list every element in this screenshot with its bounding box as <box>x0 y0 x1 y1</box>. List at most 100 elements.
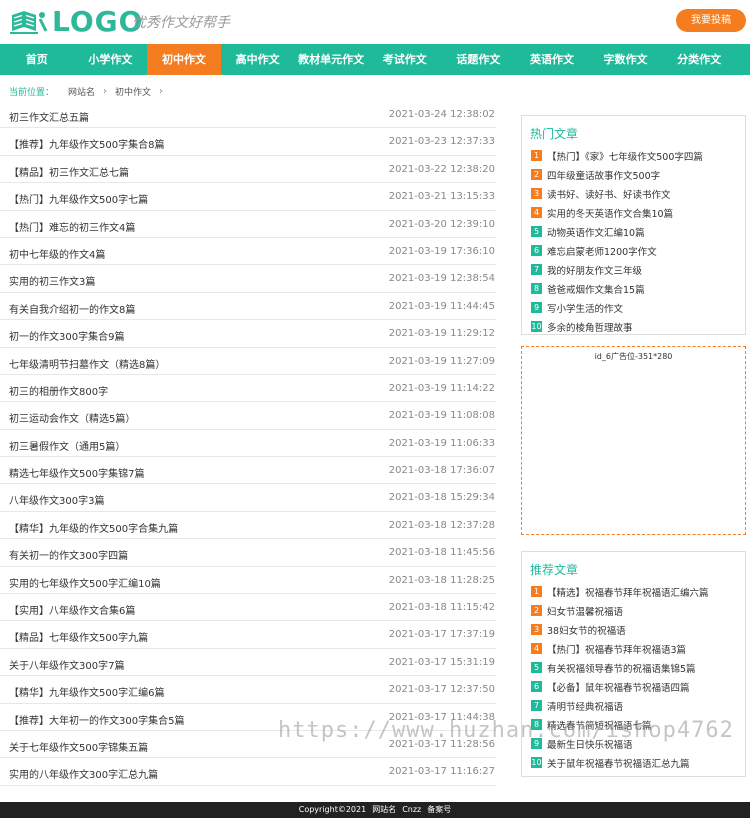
article-row[interactable]: 【推荐】九年级作文500字集合8篇 2021-03-23 12:37:33 <box>0 128 496 156</box>
article-title-link[interactable]: 关于七年级作文500字锦集五篇 <box>9 739 148 754</box>
ranked-list-item[interactable]: 9 写小学生活的作文 <box>531 298 745 317</box>
article-title-link[interactable]: 【推荐】大年初一的作文300字集合5篇 <box>9 712 184 727</box>
article-row[interactable]: 【精华】九年级作文500字汇编6篇 2021-03-17 12:37:50 <box>0 676 496 704</box>
article-row[interactable]: 【热门】九年级作文500字七篇 2021-03-21 13:15:33 <box>0 183 496 211</box>
article-row[interactable]: 有关自我介绍初一的作文8篇 2021-03-19 11:44:45 <box>0 293 496 321</box>
article-row[interactable]: 关于八年级作文300字7篇 2021-03-17 15:31:19 <box>0 649 496 677</box>
breadcrumb-current-link[interactable]: 初中作文 <box>115 85 151 98</box>
article-title-link[interactable]: 实用的初三作文3篇 <box>9 273 95 288</box>
article-title-link[interactable]: 【精华】九年级作文500字汇编6篇 <box>9 684 164 699</box>
article-title-link[interactable]: 【精品】七年级作文500字九篇 <box>9 629 148 644</box>
ranked-list-item[interactable]: 5 有关祝福领导春节的祝福语集锦5篇 <box>531 658 745 677</box>
article-row[interactable]: 初一的作文300字集合9篇 2021-03-19 11:29:12 <box>0 320 496 348</box>
ranked-list-item[interactable]: 2 妇女节温馨祝福语 <box>531 601 745 620</box>
article-title-link[interactable]: 有关初一的作文300字四篇 <box>9 547 128 562</box>
article-title-link[interactable]: 精选七年级作文500字集锦7篇 <box>9 465 144 480</box>
article-title-link[interactable]: 初三的相册作文800字 <box>9 383 108 398</box>
article-title-link[interactable]: 【热门】难忘的初三作文4篇 <box>9 219 135 234</box>
article-title-link[interactable]: 初三运动会作文（精选5篇） <box>9 410 135 425</box>
article-title-link[interactable]: 实用的八年级作文300字汇总九篇 <box>9 766 158 781</box>
nav-item[interactable]: 话题作文 <box>442 44 516 75</box>
nav-item[interactable]: 小学作文 <box>74 44 148 75</box>
ranked-list-item[interactable]: 10 多余的棱角哲理故事 <box>531 317 745 336</box>
ranked-list-item[interactable]: 8 爸爸戒烟作文集合15篇 <box>531 279 745 298</box>
article-row[interactable]: 【热门】难忘的初三作文4篇 2021-03-20 12:39:10 <box>0 211 496 238</box>
ranked-list-item[interactable]: 3 38妇女节的祝福语 <box>531 620 745 639</box>
ranked-item-link[interactable]: 四年级童话故事作文500字 <box>547 168 660 182</box>
article-title-link[interactable]: 八年级作文300字3篇 <box>9 492 104 507</box>
ranked-item-link[interactable]: 【精选】祝福春节拜年祝福语汇编六篇 <box>547 585 709 599</box>
site-logo[interactable]: LOGO <box>10 8 143 36</box>
article-row[interactable]: 初三暑假作文（通用5篇） 2021-03-19 11:06:33 <box>0 430 496 458</box>
footer-item[interactable]: Cnzz <box>402 805 421 814</box>
ranked-list-item[interactable]: 4 【热门】祝福春节拜年祝福语3篇 <box>531 639 745 658</box>
ranked-item-link[interactable]: 有关祝福领导春节的祝福语集锦5篇 <box>547 661 696 675</box>
ranked-item-link[interactable]: 关于鼠年祝福春节祝福语汇总九篇 <box>547 756 690 770</box>
article-row[interactable]: 实用的七年级作文500字汇编10篇 2021-03-18 11:28:25 <box>0 567 496 595</box>
footer-item[interactable]: 备案号 <box>427 805 451 814</box>
ranked-item-link[interactable]: 多余的棱角哲理故事 <box>547 320 633 334</box>
article-title-link[interactable]: 实用的七年级作文500字汇编10篇 <box>9 575 161 590</box>
nav-item[interactable]: 初中作文 <box>147 44 221 75</box>
ranked-list-item[interactable]: 10 关于鼠年祝福春节祝福语汇总九篇 <box>531 753 745 772</box>
ranked-list-item[interactable]: 7 清明节经典祝福语 <box>531 696 745 715</box>
article-title-link[interactable]: 关于八年级作文300字7篇 <box>9 657 124 672</box>
ranked-item-link[interactable]: 38妇女节的祝福语 <box>547 623 626 637</box>
ranked-item-link[interactable]: 动物英语作文汇编10篇 <box>547 225 645 239</box>
article-row[interactable]: 初中七年级的作文4篇 2021-03-19 17:36:10 <box>0 238 496 266</box>
submit-article-button[interactable]: 我要投稿 <box>676 9 746 32</box>
ranked-item-link[interactable]: 【热门】《家》七年级作文500字四篇 <box>547 149 703 163</box>
ranked-list-item[interactable]: 6 难忘启蒙老师1200字作文 <box>531 241 745 260</box>
ranked-item-link[interactable]: 妇女节温馨祝福语 <box>547 604 623 618</box>
ranked-item-link[interactable]: 写小学生活的作文 <box>547 301 623 315</box>
article-row[interactable]: 【精华】九年级的作文500字合集九篇 2021-03-18 12:37:28 <box>0 512 496 540</box>
nav-item[interactable]: 首页 <box>0 44 74 75</box>
nav-item[interactable]: 字数作文 <box>589 44 663 75</box>
ranked-list-item[interactable]: 4 实用的冬天英语作文合集10篇 <box>531 203 745 222</box>
article-row[interactable]: 【精品】初三作文汇总七篇 2021-03-22 12:38:20 <box>0 156 496 184</box>
ranked-item-link[interactable]: 难忘启蒙老师1200字作文 <box>547 244 657 258</box>
nav-item[interactable]: 教材单元作文 <box>294 44 368 75</box>
article-row[interactable]: 精选七年级作文500字集锦7篇 2021-03-18 17:36:07 <box>0 457 496 485</box>
ranked-item-link[interactable]: 【热门】祝福春节拜年祝福语3篇 <box>547 642 686 656</box>
ranked-item-link[interactable]: 爸爸戒烟作文集合15篇 <box>547 282 645 296</box>
ranked-list-item[interactable]: 1 【热门】《家》七年级作文500字四篇 <box>531 146 745 165</box>
ad-slot[interactable]: id_6广告位-351*280 <box>521 346 746 535</box>
ranked-item-link[interactable]: 【必备】鼠年祝福春节祝福语四篇 <box>547 680 690 694</box>
ranked-item-link[interactable]: 清明节经典祝福语 <box>547 699 623 713</box>
ranked-list-item[interactable]: 6 【必备】鼠年祝福春节祝福语四篇 <box>531 677 745 696</box>
nav-item[interactable]: 英语作文 <box>515 44 589 75</box>
article-row[interactable]: 八年级作文300字3篇 2021-03-18 15:29:34 <box>0 484 496 512</box>
article-row[interactable]: 实用的初三作文3篇 2021-03-19 12:38:54 <box>0 265 496 293</box>
ranked-list-item[interactable]: 5 动物英语作文汇编10篇 <box>531 222 745 241</box>
article-row[interactable]: 初三作文汇总五篇 2021-03-24 12:38:02 <box>0 101 496 129</box>
ranked-item-link[interactable]: 读书好、读好书、好读书作文 <box>547 187 671 201</box>
nav-item[interactable]: 考试作文 <box>368 44 442 75</box>
article-row[interactable]: 有关初一的作文300字四篇 2021-03-18 11:45:56 <box>0 539 496 567</box>
nav-item[interactable]: 高中作文 <box>221 44 295 75</box>
article-row[interactable]: 初三的相册作文800字 2021-03-19 11:14:22 <box>0 375 496 403</box>
article-title-link[interactable]: 初三暑假作文（通用5篇） <box>9 438 125 453</box>
article-title-link[interactable]: 【热门】九年级作文500字七篇 <box>9 191 148 206</box>
article-row[interactable]: 七年级清明节扫墓作文（精选8篇） 2021-03-19 11:27:09 <box>0 348 496 375</box>
article-title-link[interactable]: 有关自我介绍初一的作文8篇 <box>9 301 135 316</box>
article-row[interactable]: 实用的八年级作文300字汇总九篇 2021-03-17 11:16:27 <box>0 758 496 786</box>
article-row[interactable]: 初三运动会作文（精选5篇） 2021-03-19 11:08:08 <box>0 402 496 430</box>
article-title-link[interactable]: 【精华】九年级的作文500字合集九篇 <box>9 520 178 535</box>
article-title-link[interactable]: 初三作文汇总五篇 <box>9 109 89 124</box>
article-title-link[interactable]: 【推荐】九年级作文500字集合8篇 <box>9 136 164 151</box>
ranked-list-item[interactable]: 2 四年级童话故事作文500字 <box>531 165 745 184</box>
article-title-link[interactable]: 【实用】八年级作文合集6篇 <box>9 602 135 617</box>
breadcrumb-home-link[interactable]: 网站名 <box>68 85 95 98</box>
article-title-link[interactable]: 初一的作文300字集合9篇 <box>9 328 124 343</box>
ranked-list-item[interactable]: 3 读书好、读好书、好读书作文 <box>531 184 745 203</box>
ranked-item-link[interactable]: 实用的冬天英语作文合集10篇 <box>547 206 673 220</box>
nav-item[interactable]: 分类作文 <box>662 44 736 75</box>
footer-item[interactable]: 网站名 <box>372 805 396 814</box>
article-row[interactable]: 【实用】八年级作文合集6篇 2021-03-18 11:15:42 <box>0 594 496 622</box>
article-title-link[interactable]: 【精品】初三作文汇总七篇 <box>9 164 129 179</box>
article-title-link[interactable]: 初中七年级的作文4篇 <box>9 246 105 261</box>
article-title-link[interactable]: 七年级清明节扫墓作文（精选8篇） <box>9 356 165 371</box>
ranked-item-link[interactable]: 我的好朋友作文三年级 <box>547 263 642 277</box>
ranked-list-item[interactable]: 7 我的好朋友作文三年级 <box>531 260 745 279</box>
